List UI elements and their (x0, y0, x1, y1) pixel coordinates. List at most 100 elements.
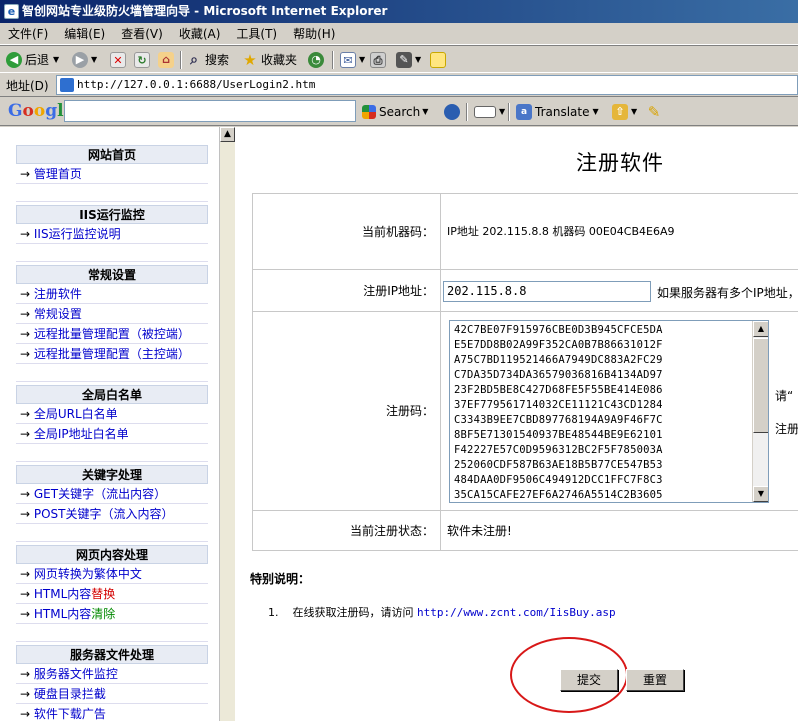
register-form: 当前机器码： IP地址 202.115.8.8 机器码 00E04CB4E6A9… (252, 193, 798, 551)
nav-item[interactable]: → 管理首页 (16, 164, 208, 184)
machine-code-value: IP地址 202.115.8.8 机器码 00E04CB4E6A9 (447, 225, 675, 238)
nav-item-label[interactable]: HTML内容清除 (34, 607, 115, 621)
scroll-up-arrow[interactable]: ▲ (753, 321, 768, 337)
highlight-icon (474, 106, 496, 118)
nav-item[interactable]: → 常规设置 (16, 304, 208, 324)
note-text: 在线获取注册码，请访问 (292, 606, 414, 619)
translate-button[interactable]: a Translate ▼ (516, 102, 599, 122)
edit-button[interactable]: ✎ ▼ (396, 50, 421, 70)
nav-item-label[interactable]: POST关键字（流入内容） (34, 507, 174, 521)
menu-favorites[interactable]: 收藏(A) (171, 23, 229, 45)
google-search-button[interactable]: Search ▼ (362, 102, 428, 122)
nav-item-label[interactable]: IIS运行监控说明 (34, 227, 121, 241)
nav-item-label[interactable]: 远程批量管理配置（主控端） (34, 347, 190, 361)
nav-item-label[interactable]: 服务器文件监控 (34, 667, 118, 681)
nav-item[interactable]: → 注册软件 (16, 284, 208, 304)
nav-item[interactable]: → GET关键字（流出内容） (16, 484, 208, 504)
nav-item-label[interactable]: 远程批量管理配置（被控端） (34, 327, 190, 341)
ip-input[interactable]: 202.115.8.8 (443, 281, 651, 302)
status-value: 软件未注册! (447, 524, 512, 538)
pencil-icon: ✎ (647, 103, 661, 121)
reg-code-scrollbar[interactable]: ▲ ▼ (752, 321, 768, 502)
ip-row: 注册IP地址： 202.115.8.8 如果服务器有多个IP地址， (252, 270, 798, 312)
stop-icon: ✕ (110, 52, 126, 68)
nav-item-label[interactable]: 注册软件 (34, 287, 82, 301)
arrow-icon: → (20, 587, 34, 601)
nav-item-label[interactable]: 常规设置 (34, 307, 82, 321)
nav-item[interactable]: → IIS运行监控说明 (16, 224, 208, 244)
nav-item-label[interactable]: HTML内容替换 (34, 587, 115, 601)
forward-button[interactable]: ▶ ▼ (72, 50, 97, 70)
mail-button[interactable]: ✉ ▼ (340, 50, 365, 70)
home-button[interactable]: ⌂ (158, 50, 177, 70)
favorites-button[interactable]: ★ 收藏夹 (242, 50, 297, 70)
reg-hint-2: 注册 (775, 422, 798, 436)
arrow-icon: → (20, 327, 34, 341)
standard-toolbar: ◀ 后退 ▼ ▶ ▼ ✕ ↻ ⌂ ⌕ 搜索 ★ 收藏夹 ◔ ✉ ▼ ⎙ ✎ ▼ (0, 45, 798, 73)
window-title-bar[interactable]: e 智创网站专业级防火墙管理向导 - Microsoft Internet Ex… (0, 0, 798, 23)
nav-item-label[interactable]: 全局IP地址白名单 (34, 427, 129, 441)
google-search-input[interactable] (64, 100, 356, 122)
nav-section: IIS运行监控 → IIS运行监控说明 (16, 205, 208, 262)
nav-item[interactable]: → 远程批量管理配置（被控端） (16, 324, 208, 344)
search-button[interactable]: ⌕ 搜索 (186, 50, 229, 70)
nav-item[interactable]: → 远程批量管理配置（主控端） (16, 344, 208, 364)
nav-section: 常规设置 → 注册软件 → 常规设置 → 远程批量管理配置（被控端） → 远程批量管理配… (16, 265, 208, 382)
status-row: 当前注册状态： 软件未注册! (252, 511, 798, 551)
page-title: 注册软件 (576, 151, 664, 175)
forward-arrow-icon: ▶ (72, 52, 88, 68)
nav-item[interactable]: → HTML内容清除 (16, 604, 208, 624)
menu-tools[interactable]: 工具(T) (228, 23, 285, 45)
reg-code-line: F42227E57C0D9596312BC2F5F785003A (454, 444, 663, 456)
pagerank-icon[interactable] (444, 102, 463, 122)
nav-item-label[interactable]: 管理首页 (34, 167, 82, 181)
address-input[interactable]: http://127.0.0.1:6688/UserLogin2.htm (56, 75, 798, 95)
nav-item-label[interactable]: 全局URL白名单 (34, 407, 118, 421)
nav-item-label[interactable]: 硬盘目录拦截 (34, 687, 106, 701)
scroll-up-arrow[interactable]: ▲ (220, 127, 235, 142)
notes-button[interactable] (430, 50, 449, 70)
pencil-button[interactable]: ✎ (646, 102, 665, 122)
share-button[interactable]: ⇧ ▼ (612, 102, 637, 122)
note-line: 1. 在线获取注册码，请访问 http://www.zcnt.com/IisBu… (268, 604, 616, 620)
nav-section: 关键字处理 → GET关键字（流出内容） → POST关键字（流入内容） (16, 465, 208, 542)
refresh-button[interactable]: ↻ (134, 50, 153, 70)
nav-section-title: 网页内容处理 (16, 545, 208, 564)
nav-item[interactable]: → 网页转换为繁体中文 (16, 564, 208, 584)
scroll-thumb[interactable] (753, 338, 768, 433)
print-button[interactable]: ⎙ (370, 50, 389, 70)
menu-view[interactable]: 查看(V) (113, 23, 171, 45)
nav-item-label[interactable]: 软件下载广告 (34, 707, 106, 721)
nav-item[interactable]: → 全局IP地址白名单 (16, 424, 208, 444)
ip-hint: 如果服务器有多个IP地址， (657, 286, 798, 300)
buy-link[interactable]: http://www.zcnt.com/IisBuy.asp (417, 606, 616, 619)
submit-button[interactable]: 提交 (560, 669, 618, 691)
reset-button[interactable]: 重置 (626, 669, 684, 691)
nav-section: 网页内容处理 → 网页转换为繁体中文 → HTML内容替换 → HTML内容清除 (16, 545, 208, 642)
back-arrow-icon: ◀ (6, 52, 22, 68)
history-button[interactable]: ◔ (308, 50, 327, 70)
reg-code-line: C7DA35D734DA36579036816B4134AD97 (454, 369, 663, 381)
nav-item[interactable]: → HTML内容替换 (16, 584, 208, 604)
browser-content: 网站首页 → 管理首页 IIS运行监控 → IIS运行监控说明 常规设置 → 注册软件 → … (0, 127, 798, 721)
stop-button[interactable]: ✕ (110, 50, 129, 70)
reg-code-textarea[interactable]: 42C7BE07F915976CBE0D3B945CFCE5DA E5E7DD8B… (449, 320, 769, 503)
back-button[interactable]: ◀ 后退 ▼ (6, 50, 59, 70)
menu-help[interactable]: 帮助(H) (285, 23, 343, 45)
nav-item[interactable]: → 服务器文件监控 (16, 664, 208, 684)
nav-item-label[interactable]: 网页转换为繁体中文 (34, 567, 142, 581)
nav-item[interactable]: → 硬盘目录拦截 (16, 684, 208, 704)
left-scrollbar[interactable]: ▲ (219, 127, 235, 721)
nav-item[interactable]: → 软件下载广告 (16, 704, 208, 721)
highlight-button[interactable]: ▼ (474, 102, 505, 122)
nav-item[interactable]: → 全局URL白名单 (16, 404, 208, 424)
star-icon: ★ (243, 51, 257, 69)
nav-item-label[interactable]: GET关键字（流出内容） (34, 487, 166, 501)
reg-code-label: 注册码： (253, 312, 441, 510)
ie-app-icon: e (4, 4, 19, 19)
nav-item[interactable]: → POST关键字（流入内容） (16, 504, 208, 524)
menu-edit[interactable]: 编辑(E) (56, 23, 113, 45)
scroll-down-arrow[interactable]: ▼ (753, 486, 768, 502)
menu-file[interactable]: 文件(F) (0, 23, 56, 45)
reg-code-line: 23F2BD5BE8C427D68FE5F55BE414E086 (454, 384, 663, 396)
